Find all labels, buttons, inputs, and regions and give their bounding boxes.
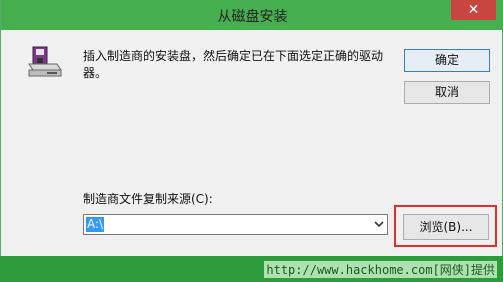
instruction-text: 插入制造商的安装盘，然后确定已在下面选定正确的驱动器。 bbox=[83, 49, 384, 80]
install-from-disk-dialog: 从磁盘安装 ✕ 插入制造商的安装盘，然后确定已在下面选定正确的驱动器。 确定 取… bbox=[0, 0, 503, 256]
ok-button[interactable]: 确定 bbox=[404, 49, 490, 72]
close-icon: ✕ bbox=[467, 2, 480, 18]
title-bar[interactable]: 从磁盘安装 ✕ bbox=[1, 0, 503, 30]
source-path-combobox[interactable]: A:\ bbox=[83, 214, 388, 235]
watermark-text: http://www.hackhome.com[网侠]提供 bbox=[264, 261, 497, 278]
chevron-down-icon[interactable] bbox=[374, 218, 384, 230]
close-button[interactable]: ✕ bbox=[451, 0, 496, 20]
watermark-bar: http://www.hackhome.com[网侠]提供 bbox=[0, 256, 503, 282]
source-path-label: 制造商文件复制来源(C): bbox=[83, 192, 213, 206]
window-title: 从磁盘安装 bbox=[217, 9, 288, 25]
disk-drive-icon bbox=[28, 46, 62, 77]
cancel-button[interactable]: 取消 bbox=[404, 81, 490, 104]
browse-button[interactable]: 浏览(B)... bbox=[403, 214, 489, 240]
source-path-value[interactable]: A:\ bbox=[86, 217, 105, 232]
